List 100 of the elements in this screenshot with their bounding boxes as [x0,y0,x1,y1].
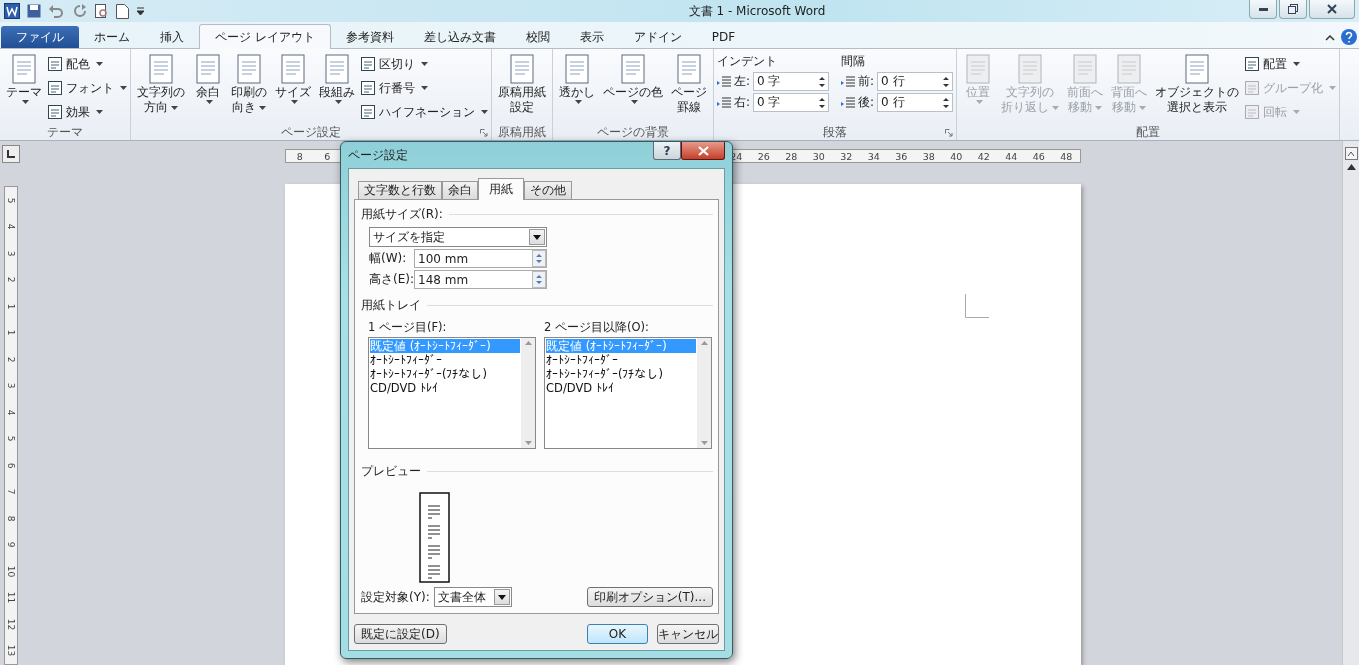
spin-field[interactable]: 0 行 [877,93,954,112]
caret-icon [171,105,178,110]
ribbon-tab[interactable]: 挿入 [145,26,199,48]
list-label: 2 ページ目以降(O): [544,320,650,335]
spin-field[interactable]: 0 字 [753,93,830,112]
list-item[interactable]: ｵｰﾄｼｰﾄﾌｨｰﾀﾞｰ(ﾌﾁなし) [370,367,520,381]
ribbon-tab[interactable]: 校閲 [510,26,565,48]
caret-icon [96,110,103,114]
spinner-icon[interactable] [943,96,950,109]
indent-icon [841,96,856,109]
ruler-number: 9 [6,541,16,548]
ribbon-button[interactable]: 配色 [47,53,127,75]
ribbon-button[interactable]: 印刷の 向き [228,53,270,115]
field-label: 後: [858,94,875,111]
apply-to-select[interactable]: 文書全体 [433,587,512,607]
section-label: 間隔 [841,53,867,70]
dialog-launcher-icon[interactable] [945,129,954,137]
list-item[interactable]: ｵｰﾄｼｰﾄﾌｨｰﾀﾞｰ [546,353,696,367]
ribbon-button[interactable]: ハイフネーション [360,101,488,123]
ruler-number: 4 [6,223,16,230]
margin-corner-mark [965,294,989,318]
height-field[interactable]: 148 mm [414,270,547,289]
field-label: 前: [858,73,875,90]
list-item[interactable]: CD/DVD ﾄﾚｲ [546,381,696,395]
dialog-button[interactable]: 既定に設定(D) [354,624,447,644]
width-field[interactable]: 100 mm [414,249,547,268]
vertical-scrollbar[interactable] [1342,141,1359,665]
paper-size-select[interactable]: サイズを指定 [369,227,547,247]
help-button[interactable]: ? [653,142,681,160]
ribbon-button[interactable]: フォント [47,77,127,99]
dialog-tab[interactable]: 余白 [442,181,478,199]
ruler-number: 3 [6,250,16,257]
spin-field[interactable]: 0 字 [753,72,830,91]
ribbon-button[interactable]: オブジェクトの 選択と表示 [1152,53,1243,115]
scroll-up-icon[interactable] [1346,164,1356,170]
close-button[interactable] [1309,0,1355,19]
ribbon-tab[interactable]: ファイル [1,26,79,48]
customize-toolbar-icon[interactable] [136,6,145,16]
ribbon-button[interactable]: 配置 [1244,53,1337,75]
redo-icon[interactable] [73,4,87,18]
ribbon-button[interactable]: ページの色 [600,53,666,104]
ruler-number: 5 [6,197,16,204]
group-label: ページの背景 [597,124,669,140]
app-icon[interactable] [4,3,20,19]
print-preview-icon[interactable] [94,3,109,19]
collapse-ribbon-icon[interactable] [1325,33,1335,41]
list-item[interactable]: CD/DVD ﾄﾚｲ [370,381,520,395]
group-label: 原稿用紙 [498,124,546,140]
ribbon-button[interactable]: 余白 [190,53,226,104]
field-label: 設定対象(Y): [361,588,430,606]
tray-list[interactable]: 既定値 (ｵｰﾄｼｰﾄﾌｨｰﾀﾞｰ) ｵｰﾄｼｰﾄﾌｨｰﾀﾞｰ ｵｰﾄｼｰﾄﾌｨｰﾀﾞｰ(ﾌﾁなし) CD/DVD ﾄﾚｲ [368,337,536,449]
field-label: 高さ(E): [369,271,414,288]
dialog-button[interactable]: OK [587,624,648,644]
dialog-tab[interactable]: その他 [524,181,572,199]
dialog-button[interactable]: キャンセル [657,624,719,644]
ribbon-tab[interactable]: PDF [696,26,751,48]
restore-button[interactable] [1279,0,1307,19]
ribbon-button[interactable]: 行番号 [360,77,488,99]
caret-icon [120,86,127,90]
ribbon-tab[interactable]: 差し込み文書 [408,26,511,48]
ribbon-button[interactable]: 原稿用紙 設定 [495,53,549,115]
dialog-launcher-icon[interactable] [480,129,488,137]
ruler-number: 11 [6,592,16,604]
spinner-icon[interactable] [819,75,826,88]
ribbon-tab[interactable]: ホーム [79,26,145,48]
spinner-icon[interactable] [819,96,826,109]
help-icon[interactable] [1341,29,1357,45]
ruler-toggle-icon[interactable] [1344,147,1358,160]
undo-icon[interactable] [48,4,66,18]
caret-icon [631,100,638,104]
minimize-button[interactable] [1249,0,1277,19]
list-item[interactable]: ｵｰﾄｼｰﾄﾌｨｰﾀﾞｰ [370,353,520,367]
print-options-button[interactable]: 印刷オプション(T)... [586,587,713,607]
new-document-icon[interactable] [116,3,129,19]
ribbon-button[interactable]: テーマ [3,53,45,104]
ribbon-button[interactable]: サイズ [272,53,314,104]
dialog-tab[interactable]: 用紙 [478,178,524,200]
ribbon-tab[interactable]: 参考資料 [330,26,409,48]
spin-field[interactable]: 0 行 [877,72,954,91]
ribbon-button[interactable]: 段組み [316,53,358,104]
ribbon-button[interactable]: 効果 [47,101,127,123]
ruler-number: 6 [323,150,332,162]
tray-list[interactable]: 既定値 (ｵｰﾄｼｰﾄﾌｨｰﾀﾞｰ) ｵｰﾄｼｰﾄﾌｨｰﾀﾞｰ ｵｰﾄｼｰﾄﾌｨｰﾀﾞｰ(ﾌﾁなし) CD/DVD ﾄﾚｲ [544,337,712,449]
ribbon-tab[interactable]: ページ レイアウト [199,24,331,49]
ribbon-button[interactable]: 透かし [556,53,598,104]
ribbon-button[interactable]: 区切り [360,53,488,75]
dialog-tab[interactable]: 文字数と行数 [358,181,442,199]
caret-icon [291,100,298,104]
ruler-number: 4 [6,409,16,416]
list-item[interactable]: ｵｰﾄｼｰﾄﾌｨｰﾀﾞｰ(ﾌﾁなし) [546,367,696,381]
tab-selector[interactable] [2,145,20,163]
ribbon-tab[interactable]: アドイン [618,26,697,48]
ribbon-button[interactable]: 文字列の 方向 [134,53,188,115]
ribbon-tab[interactable]: 表示 [564,26,619,48]
ruler-number: 10 [6,565,16,577]
close-button[interactable] [681,142,725,160]
save-icon[interactable] [27,4,41,18]
minimize-icon [1258,7,1268,11]
ribbon-button[interactable]: ページ 罫線 [668,53,710,115]
spinner-icon[interactable] [943,75,950,88]
